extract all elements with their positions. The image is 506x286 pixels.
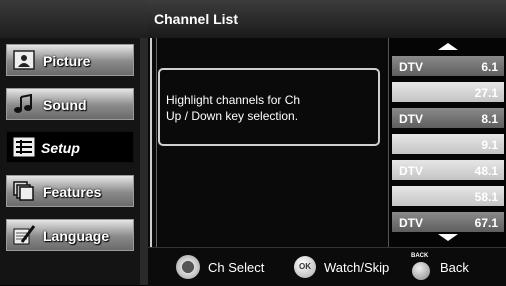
key-guide-label: Watch/Skip bbox=[324, 260, 390, 275]
channel-number: 48.1 bbox=[474, 164, 498, 178]
scroll-down-arrow-icon[interactable] bbox=[438, 234, 458, 241]
ok-button-icon: OK bbox=[294, 256, 316, 278]
menu-item-sound[interactable]: Sound bbox=[6, 88, 134, 120]
page-header: Channel List bbox=[148, 0, 506, 39]
key-guide-label: Ch Select bbox=[208, 260, 265, 275]
channel-number: 6.1 bbox=[481, 60, 498, 74]
features-icon bbox=[13, 181, 34, 201]
scroll-up-arrow-icon[interactable] bbox=[438, 43, 458, 50]
channel-row[interactable]: DTV 6.1 bbox=[392, 56, 504, 76]
key-guide-label: Back bbox=[440, 260, 469, 275]
menu-item-label: Features bbox=[43, 184, 102, 200]
sidebar-divider bbox=[140, 38, 148, 285]
channel-type: DTV bbox=[399, 60, 423, 74]
channel-type: DTV bbox=[399, 164, 423, 178]
back-button-icon bbox=[412, 262, 430, 280]
key-guide-bar: Ch Select OK Watch/Skip BACK Back bbox=[148, 247, 506, 286]
channel-type: DTV bbox=[399, 112, 423, 126]
menu-item-setup[interactable]: Setup bbox=[6, 131, 134, 163]
channel-number: 9.1 bbox=[481, 138, 498, 152]
menu-item-features[interactable]: Features bbox=[6, 175, 134, 207]
channel-number: 8.1 bbox=[481, 112, 498, 126]
help-message-box: Highlight channels for Ch Up / Down key … bbox=[158, 68, 380, 146]
picture-icon bbox=[13, 50, 35, 70]
setup-icon bbox=[13, 137, 35, 157]
panel-divider bbox=[150, 38, 152, 247]
channel-number: 67.1 bbox=[474, 216, 498, 230]
tv-menu-screen: Picture Sound Setup Features Language Ch… bbox=[0, 0, 506, 286]
channel-row[interactable]: 9.1 bbox=[392, 134, 504, 154]
channel-list[interactable]: DTV 6.1 27.1 DTV 8.1 9.1 DTV 48.1 58.1 D… bbox=[388, 38, 506, 247]
help-message-line-2: Up / Down key selection. bbox=[166, 109, 299, 123]
menu-item-label: Sound bbox=[43, 97, 87, 113]
info-panel: Highlight channels for Ch Up / Down key … bbox=[148, 38, 388, 247]
channel-row[interactable]: DTV 67.1 bbox=[392, 212, 504, 232]
panel-divider bbox=[156, 38, 157, 247]
sidebar-header bbox=[0, 0, 149, 38]
menu-item-language[interactable]: Language bbox=[6, 219, 134, 251]
channel-row[interactable]: DTV 8.1 bbox=[392, 108, 504, 128]
dpad-icon bbox=[176, 255, 200, 279]
language-icon bbox=[13, 225, 35, 245]
menu-item-label: Setup bbox=[41, 140, 80, 156]
channel-number: 58.1 bbox=[474, 190, 498, 204]
help-message-line-1: Highlight channels for Ch bbox=[166, 93, 301, 107]
menu-item-picture[interactable]: Picture bbox=[6, 44, 134, 76]
back-key-label: BACK bbox=[411, 253, 429, 259]
channel-type: DTV bbox=[399, 216, 423, 230]
menu-item-label: Picture bbox=[43, 53, 91, 69]
ok-button-label: OK bbox=[299, 262, 311, 271]
sound-icon bbox=[14, 94, 32, 113]
main-menu-sidebar: Picture Sound Setup Features Language bbox=[0, 0, 149, 285]
channel-row[interactable]: 58.1 bbox=[392, 186, 504, 206]
channel-number: 27.1 bbox=[474, 86, 498, 100]
channel-row[interactable]: 27.1 bbox=[392, 82, 504, 102]
menu-item-label: Language bbox=[43, 228, 110, 244]
channel-row[interactable]: DTV 48.1 bbox=[392, 160, 504, 180]
page-title: Channel List bbox=[154, 11, 239, 27]
